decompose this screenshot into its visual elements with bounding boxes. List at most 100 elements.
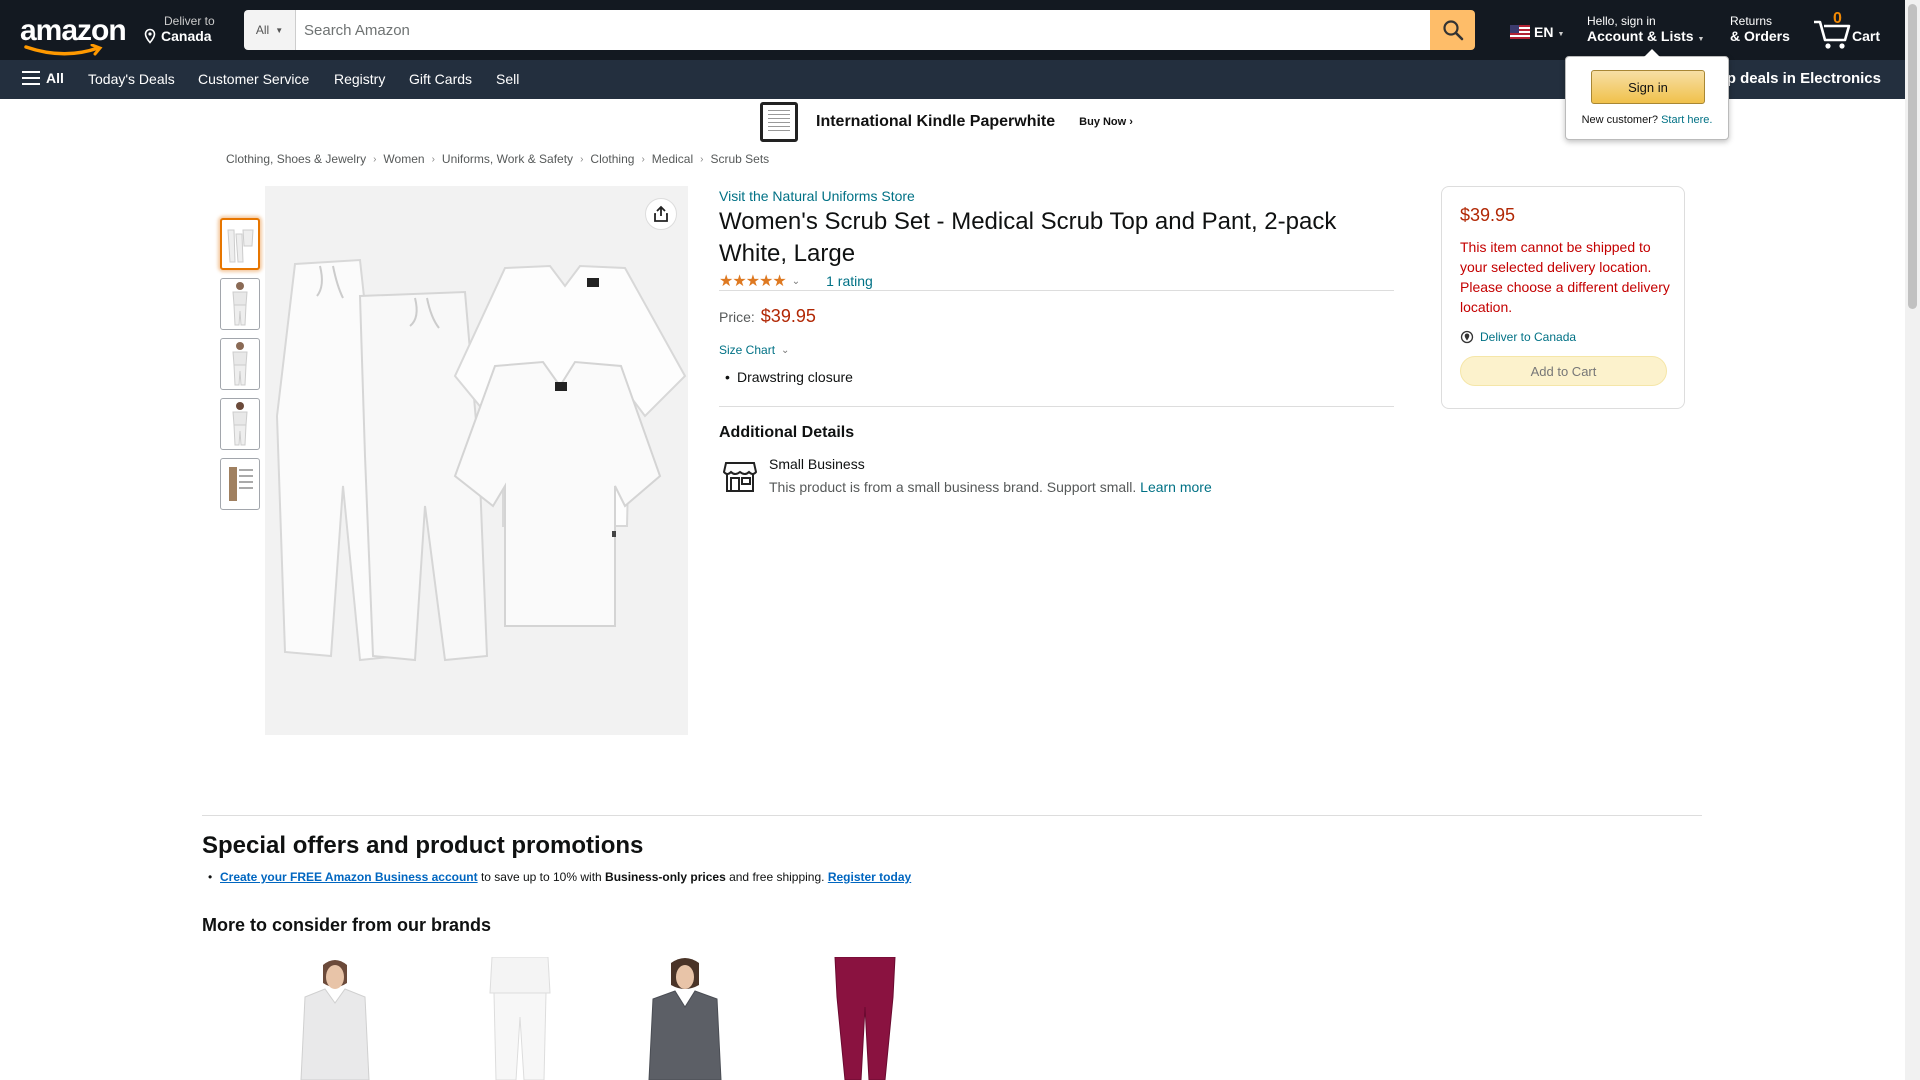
- product-image-gray-top: [648, 958, 722, 1080]
- additional-details-heading: Additional Details: [719, 424, 855, 441]
- banner-cta[interactable]: Buy Now ›: [1079, 116, 1133, 128]
- returns-orders[interactable]: Returns & Orders: [1730, 14, 1790, 44]
- main-product-image[interactable]: [265, 186, 688, 735]
- nav-registry[interactable]: Registry: [334, 71, 385, 87]
- thumbnail[interactable]: [220, 338, 260, 390]
- size-chart-dropdown[interactable]: Size Chart ⌄: [719, 343, 789, 357]
- learn-more-link[interactable]: Learn more: [1140, 479, 1212, 495]
- cart-count: 0: [1833, 10, 1842, 27]
- orders-label: & Orders: [1730, 28, 1790, 44]
- share-button[interactable]: [645, 198, 677, 230]
- product-image-white-pants: [489, 957, 551, 1080]
- star-rating-icon[interactable]: ★★★★★: [719, 271, 787, 291]
- returns-label: Returns: [1730, 14, 1773, 28]
- kindle-device-icon: [760, 102, 798, 142]
- page-scrollbar[interactable]: [1905, 0, 1920, 1080]
- search-category-dropdown[interactable]: All ▼: [244, 10, 296, 50]
- business-account-link[interactable]: Create your FREE Amazon Business account: [220, 870, 478, 884]
- model-thumbnail-icon: [232, 342, 248, 386]
- caret-down-icon: ▼: [1697, 36, 1705, 43]
- buybox-price: $39.95: [1460, 205, 1516, 225]
- register-today-link[interactable]: Register today: [828, 870, 911, 884]
- breadcrumb-item[interactable]: Scrub Sets: [710, 152, 769, 166]
- search-input[interactable]: [296, 10, 1430, 50]
- buy-box: $39.95 This item cannot be shipped to yo…: [1441, 186, 1685, 409]
- small-business-description: This product is from a small business br…: [769, 479, 1212, 495]
- location-pin-icon: [1460, 330, 1474, 344]
- cart-button[interactable]: 0 Cart: [1812, 10, 1887, 50]
- size-chart-link[interactable]: Size Chart: [719, 343, 775, 357]
- breadcrumb-item[interactable]: Clothing: [590, 152, 634, 166]
- rating-row: ★★★★★ ⌄ 1 rating: [719, 271, 873, 291]
- location-pin-icon: [144, 28, 156, 44]
- account-label: Account & Lists: [1587, 28, 1694, 44]
- caret-down-icon: ▼: [275, 25, 284, 35]
- kindle-banner[interactable]: International Kindle Paperwhite Buy Now …: [760, 102, 1133, 142]
- start-here-link[interactable]: Start here.: [1661, 114, 1712, 126]
- store-link[interactable]: Visit the Natural Uniforms Store: [719, 188, 915, 204]
- breadcrumb-item[interactable]: Women: [383, 152, 424, 166]
- deliver-label: Deliver to: [164, 14, 215, 28]
- nav-sell[interactable]: Sell: [496, 71, 519, 87]
- divider: [719, 290, 1394, 291]
- brand-product-card[interactable]: [470, 957, 570, 1080]
- breadcrumb-item[interactable]: Uniforms, Work & Safety: [442, 152, 573, 166]
- deliver-to-text[interactable]: Deliver to Canada: [1480, 330, 1576, 344]
- chevron-down-icon: ⌄: [781, 344, 790, 356]
- nav-gift-cards[interactable]: Gift Cards: [409, 71, 472, 87]
- offers-heading: Special offers and product promotions: [202, 832, 644, 859]
- offer-item: Create your FREE Amazon Business account…: [208, 870, 911, 884]
- thumbnail[interactable]: [220, 278, 260, 330]
- language-label: EN: [1534, 24, 1554, 40]
- language-selector[interactable]: EN ▼: [1510, 24, 1564, 40]
- signin-popover: Sign in New customer? Start here.: [1565, 49, 1729, 140]
- account-greeting: Hello, sign in: [1587, 14, 1656, 28]
- scrollbar-thumb[interactable]: [1908, 4, 1917, 309]
- deliver-country: Canada: [161, 28, 212, 44]
- rating-count-link[interactable]: 1 rating: [826, 273, 873, 289]
- thumbnail[interactable]: [220, 458, 260, 510]
- chevron-right-icon: ›: [431, 153, 435, 165]
- offer-bold-text: Business-only prices: [605, 870, 726, 884]
- size-chart-thumbnail-icon: [229, 467, 253, 501]
- add-to-cart-button[interactable]: Add to Cart: [1460, 356, 1667, 386]
- breadcrumb-item[interactable]: Medical: [652, 152, 693, 166]
- signin-button[interactable]: Sign in: [1591, 70, 1705, 104]
- product-image-wine-pants: [834, 957, 896, 1080]
- nav-customer-service[interactable]: Customer Service: [198, 71, 309, 87]
- new-customer-row: New customer? Start here.: [1566, 114, 1728, 126]
- divider: [202, 815, 1702, 816]
- account-lists[interactable]: Hello, sign in Account & Lists ▼: [1587, 14, 1704, 44]
- deliver-to-link[interactable]: Deliver to Canada: [1460, 330, 1576, 344]
- brand-product-card[interactable]: [285, 957, 385, 1080]
- feature-bullet: Drawstring closure: [725, 369, 853, 385]
- breadcrumb-item[interactable]: Clothing, Shoes & Jewelry: [226, 152, 366, 166]
- thumbnail[interactable]: [220, 398, 260, 450]
- amazon-logo[interactable]: amazon: [20, 14, 127, 56]
- product-image-white-top: [300, 960, 370, 1080]
- nav-promo-electronics[interactable]: op deals in Electronics: [1718, 70, 1881, 87]
- breadcrumb: Clothing, Shoes & Jewelry › Women › Unif…: [226, 152, 769, 166]
- thumbnail[interactable]: [220, 218, 260, 270]
- top-nav: amazon Deliver to Canada All ▼ Search Am…: [0, 0, 1905, 60]
- offer-text: and free shipping.: [725, 870, 828, 884]
- nav-todays-deals[interactable]: Today's Deals: [88, 71, 175, 87]
- deliver-to[interactable]: Deliver to Canada: [142, 14, 215, 44]
- chevron-down-icon[interactable]: ⌄: [792, 276, 800, 287]
- cart-label: Cart: [1852, 28, 1881, 44]
- chevron-right-icon: ›: [373, 153, 377, 165]
- brand-product-card[interactable]: [635, 957, 735, 1080]
- brand-product-card[interactable]: [815, 957, 915, 1080]
- divider: [719, 406, 1394, 407]
- hamburger-icon: [22, 71, 40, 85]
- small-business-title: Small Business: [769, 456, 865, 472]
- model-thumbnail-icon: [232, 402, 248, 446]
- scrub-set-thumbnail-icon: [227, 229, 254, 263]
- us-flag-icon: [1510, 25, 1530, 39]
- search-button[interactable]: [1430, 10, 1475, 50]
- smile-arrow-icon: [24, 44, 103, 56]
- price-value: $39.95: [760, 306, 816, 326]
- search-icon: [1442, 20, 1463, 41]
- search-bar: All ▼: [244, 10, 1475, 50]
- all-menu-button[interactable]: All: [22, 70, 64, 86]
